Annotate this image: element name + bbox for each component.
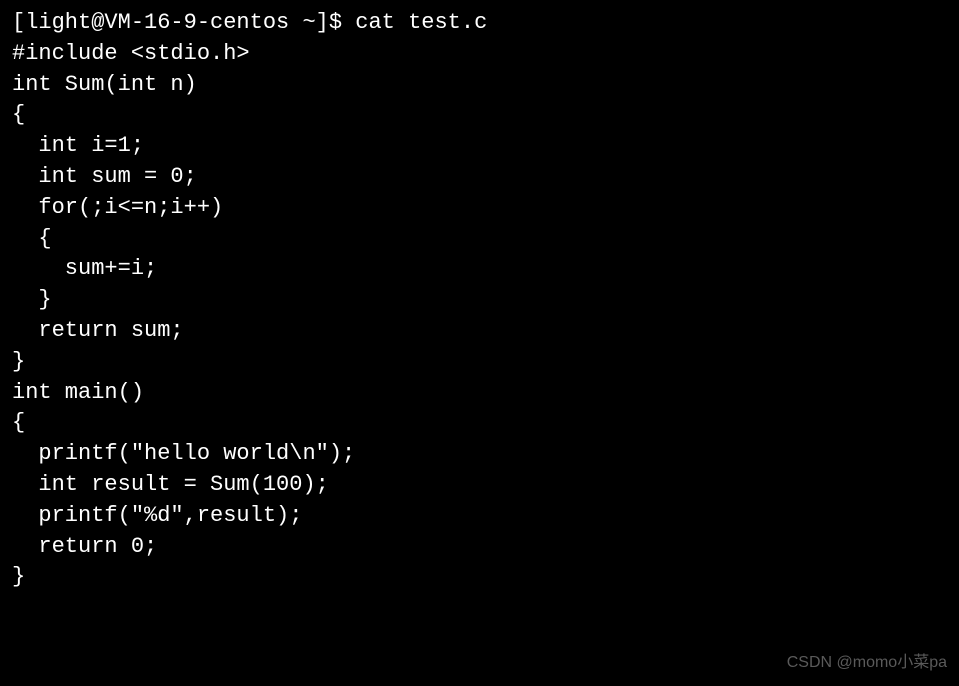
code-line: return sum; <box>12 316 947 347</box>
code-line: } <box>12 347 947 378</box>
code-line: #include <stdio.h> <box>12 39 947 70</box>
code-line: int main() <box>12 378 947 409</box>
code-line: for(;i<=n;i++) <box>12 193 947 224</box>
command-text: cat test.c <box>355 10 487 35</box>
shell-prompt: [light@VM-16-9-centos ~]$ <box>12 10 355 35</box>
code-line: printf("%d",result); <box>12 501 947 532</box>
code-line: { <box>12 224 947 255</box>
code-line: int result = Sum(100); <box>12 470 947 501</box>
code-line: printf("hello world\n"); <box>12 439 947 470</box>
terminal-output: [light@VM-16-9-centos ~]$ cat test.c #in… <box>12 8 947 593</box>
code-line: int Sum(int n) <box>12 70 947 101</box>
code-line: } <box>12 285 947 316</box>
code-line: { <box>12 100 947 131</box>
watermark-text: CSDN @momo小菜pa <box>787 652 947 674</box>
code-line: int i=1; <box>12 131 947 162</box>
code-line: int sum = 0; <box>12 162 947 193</box>
command-line: [light@VM-16-9-centos ~]$ cat test.c <box>12 8 947 39</box>
code-line: sum+=i; <box>12 254 947 285</box>
code-line: } <box>12 562 947 593</box>
code-line: { <box>12 408 947 439</box>
code-line: return 0; <box>12 532 947 563</box>
